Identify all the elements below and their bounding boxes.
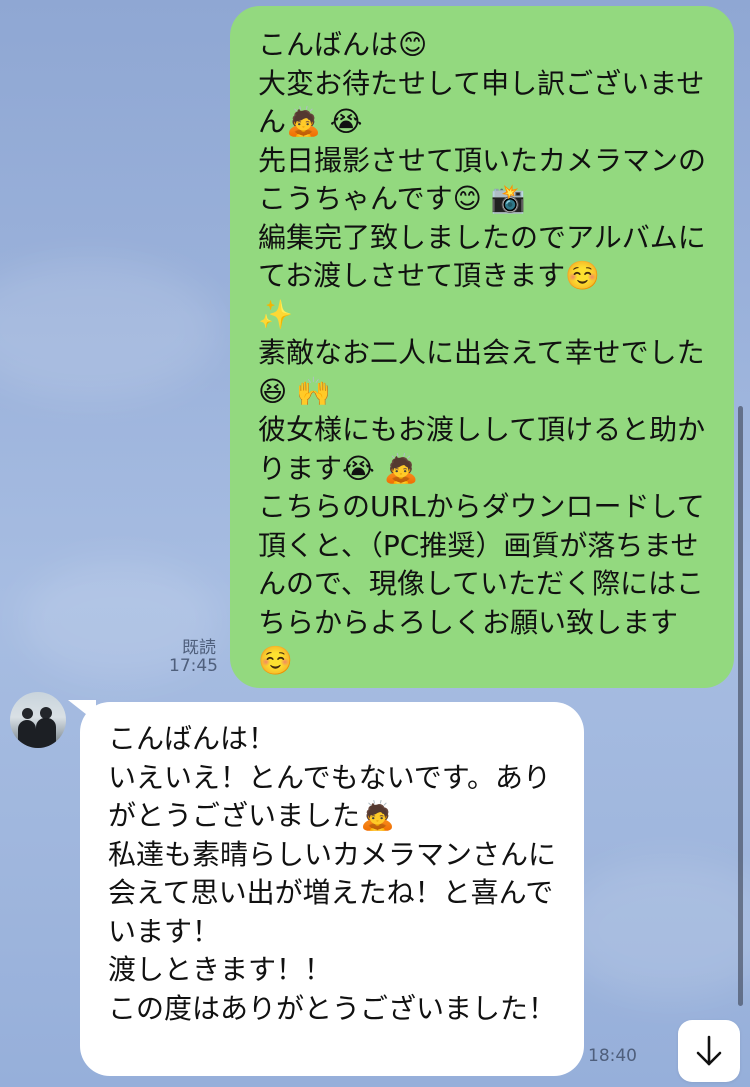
cloud-decoration: [0, 260, 220, 400]
arrow-down-icon: [696, 1035, 722, 1066]
scroll-to-bottom-button[interactable]: [678, 1020, 740, 1082]
incoming-message-time: 18:40: [588, 1046, 637, 1066]
scrollbar[interactable]: [738, 406, 743, 1006]
outgoing-message-time: 17:45: [169, 656, 218, 676]
incoming-message-bubble[interactable]: こんばんは！ いえいえ！とんでもないです。ありがとうございました🙇 私達も素晴ら…: [80, 702, 584, 1076]
avatar[interactable]: [10, 692, 66, 748]
outgoing-message-bubble[interactable]: こんばんは😊 大変お待たせして申し訳ございません🙇 😭 先日撮影させて頂いたカメ…: [230, 6, 734, 688]
cloud-decoration: [560, 860, 750, 1000]
read-receipt-label: 既読: [182, 638, 216, 658]
